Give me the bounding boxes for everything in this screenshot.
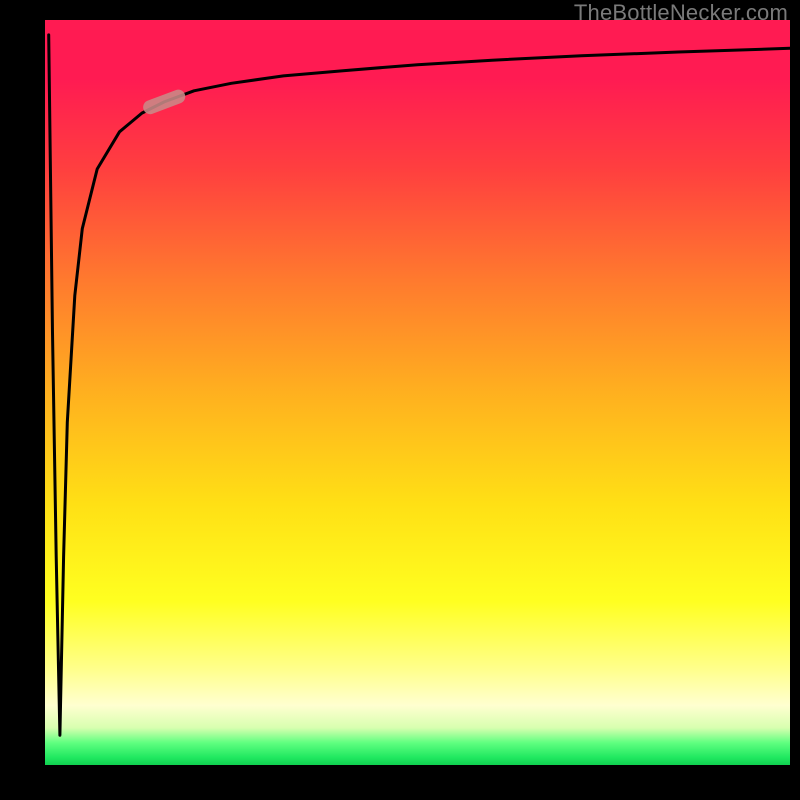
watermark-text: TheBottleNecker.com	[574, 0, 788, 26]
plot-area	[45, 20, 790, 765]
chart-frame: { "watermark": "TheBottleNecker.com", "c…	[0, 0, 800, 800]
